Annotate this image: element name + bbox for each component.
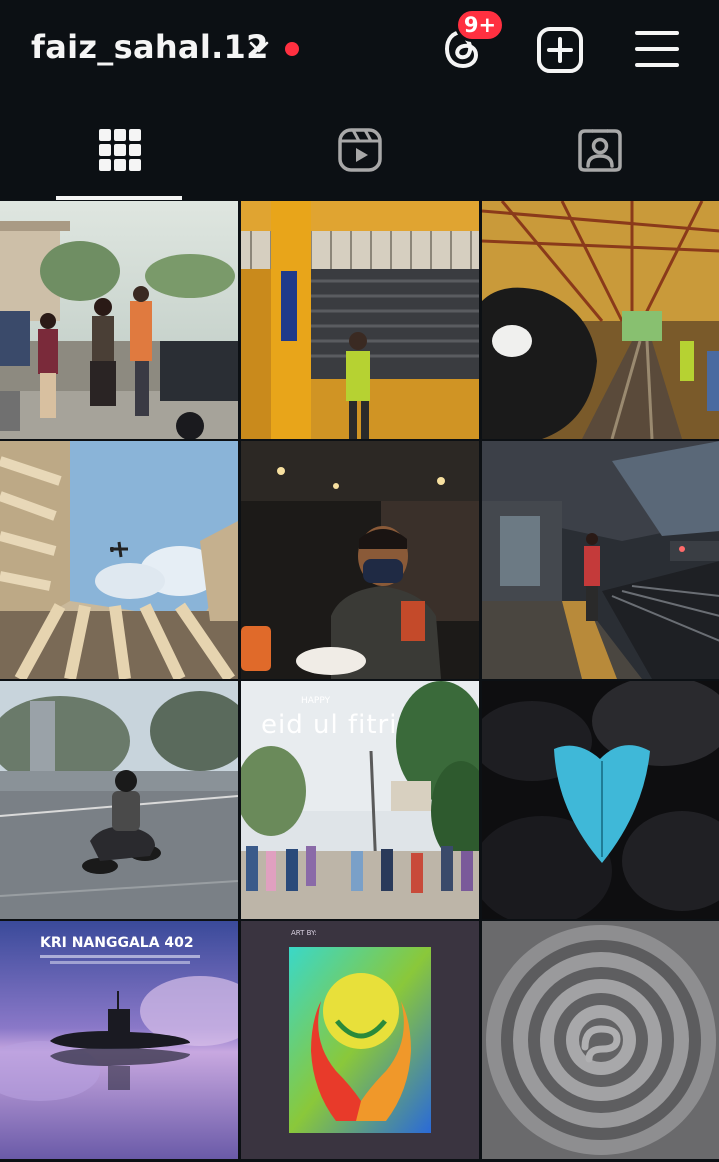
eid-ul-fitri-crowd-photo: HAPPY eid ul fitri	[241, 681, 479, 919]
posts-grid: HAPPY eid ul fitri KRI NANGGALA 402 ART …	[0, 201, 719, 1162]
blue-leaf-dark-photo	[482, 681, 719, 919]
art-moon-hands-poster: ART BY:	[241, 921, 479, 1159]
eid-happy-text: HAPPY	[301, 696, 331, 706]
post-thumbnail[interactable]	[482, 921, 719, 1159]
tab-tagged[interactable]	[480, 100, 719, 200]
station-night-photo	[482, 441, 719, 679]
art-by-label: ART BY:	[291, 929, 317, 937]
hamburger-menu-icon[interactable]	[634, 28, 680, 70]
add-square-icon[interactable]	[536, 26, 584, 74]
post-thumbnail[interactable]	[482, 681, 719, 919]
profile-tabs	[0, 100, 719, 200]
post-thumbnail[interactable]	[482, 441, 719, 679]
post-thumbnail[interactable]	[0, 441, 238, 679]
profile-header: faiz_sahal.12 9+	[0, 0, 719, 100]
tab-grid[interactable]	[0, 100, 240, 200]
man-hoodie-night-photo	[241, 441, 479, 679]
username-switcher[interactable]: faiz_sahal.12	[31, 28, 269, 66]
reels-icon	[338, 128, 382, 172]
chevron-down-icon[interactable]	[248, 36, 270, 58]
post-thumbnail[interactable]: KRI NANGGALA 402	[0, 921, 238, 1159]
train-platform-photo	[482, 201, 719, 439]
post-thumbnail[interactable]	[482, 201, 719, 439]
grid-icon	[99, 129, 141, 171]
active-tab-indicator	[56, 196, 182, 200]
notification-badge: 9+	[455, 8, 505, 42]
tagged-person-icon	[578, 129, 622, 172]
yellow-station-photo	[241, 201, 479, 439]
unread-dot-indicator	[285, 42, 299, 56]
street-crossing-photo	[0, 201, 238, 439]
post-thumbnail[interactable]	[0, 681, 238, 919]
kri-nanggala-title: KRI NANGGALA 402	[40, 935, 194, 951]
airplane-sky-photo	[0, 441, 238, 679]
post-thumbnail[interactable]: HAPPY eid ul fitri	[241, 681, 479, 919]
gray-spiral-photo	[482, 921, 719, 1159]
kri-nanggala-poster: KRI NANGGALA 402	[0, 921, 238, 1159]
post-thumbnail[interactable]: ART BY:	[241, 921, 479, 1159]
post-thumbnail[interactable]	[0, 201, 238, 439]
motorcycle-road-photo	[0, 681, 238, 919]
eid-title-text: eid ul fitri	[261, 710, 397, 740]
post-thumbnail[interactable]	[241, 201, 479, 439]
post-thumbnail[interactable]	[241, 441, 479, 679]
tab-reels[interactable]	[240, 100, 480, 200]
